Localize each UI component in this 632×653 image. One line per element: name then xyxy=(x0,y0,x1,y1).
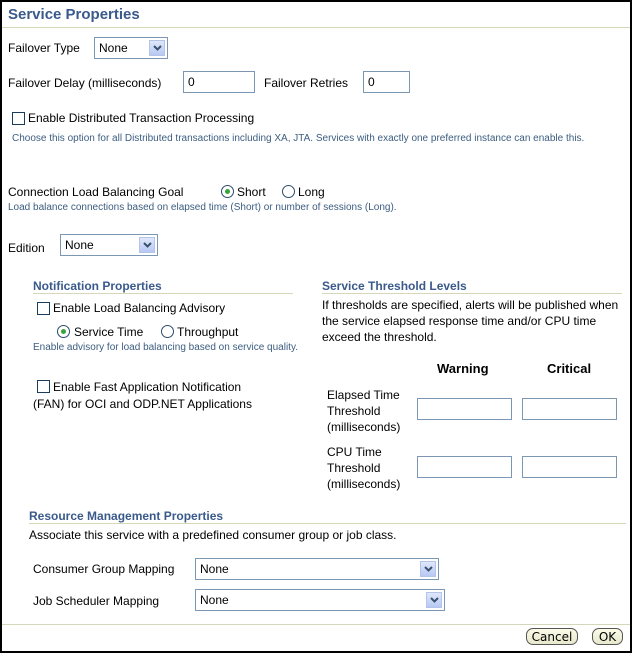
consumer-group-label: Consumer Group Mapping xyxy=(33,562,175,576)
threshold-heading: Service Threshold Levels xyxy=(322,279,467,293)
service-properties-dialog: Service Properties Failover Type None Fa… xyxy=(2,2,630,651)
page-title: Service Properties xyxy=(8,6,140,23)
chevron-down-icon xyxy=(139,237,155,253)
fan-checkbox[interactable] xyxy=(37,380,50,393)
dtp-checkbox[interactable] xyxy=(12,112,25,125)
dtp-label: Enable Distributed Transaction Processin… xyxy=(28,111,255,125)
failover-type-label: Failover Type xyxy=(8,41,80,55)
clb-long-radio[interactable] xyxy=(282,185,295,198)
resource-divider xyxy=(29,523,626,524)
label-line: CPU Time xyxy=(327,445,382,459)
label-line: Elapsed Time xyxy=(327,388,400,402)
lba-hint: Enable advisory for load balancing based… xyxy=(33,342,298,353)
clb-hint: Load balance connections based on elapse… xyxy=(8,202,397,213)
chevron-down-icon xyxy=(149,40,165,56)
notification-heading: Notification Properties xyxy=(33,279,162,293)
label-line: (milliseconds) xyxy=(327,477,401,491)
job-scheduler-value: None xyxy=(200,593,229,607)
cpu-critical-input[interactable] xyxy=(522,456,617,478)
failover-delay-label: Failover Delay (milliseconds) xyxy=(8,76,162,90)
lba-service-time-radio[interactable] xyxy=(57,325,70,338)
label-line: (milliseconds) xyxy=(327,420,401,434)
edition-value: None xyxy=(65,238,94,252)
notification-divider xyxy=(33,293,293,294)
failover-retries-input[interactable] xyxy=(363,71,410,93)
clb-long-label: Long xyxy=(298,185,325,199)
lba-service-time-label: Service Time xyxy=(74,325,144,339)
lba-throughput-radio[interactable] xyxy=(161,325,174,338)
elapsed-warning-input[interactable] xyxy=(417,398,512,420)
failover-type-select[interactable]: None xyxy=(94,37,168,59)
elapsed-threshold-label: Elapsed Time Threshold (milliseconds) xyxy=(327,387,400,435)
resource-description: Associate this service with a predefined… xyxy=(29,528,397,542)
clb-short-radio[interactable] xyxy=(221,185,234,198)
failover-delay-input[interactable] xyxy=(183,71,255,93)
resource-heading: Resource Management Properties xyxy=(29,509,224,523)
critical-column-header: Critical xyxy=(547,361,592,376)
lba-label: Enable Load Balancing Advisory xyxy=(53,301,226,315)
warning-column-header: Warning xyxy=(437,361,489,376)
chevron-down-icon xyxy=(426,592,442,608)
fan-label-line2: (FAN) for OCI and ODP.NET Applications xyxy=(33,397,252,411)
consumer-group-value: None xyxy=(200,562,229,576)
edition-label: Edition xyxy=(8,241,45,255)
label-line: Threshold xyxy=(327,404,381,418)
elapsed-critical-input[interactable] xyxy=(522,398,617,420)
cancel-button[interactable]: Cancel xyxy=(526,628,578,645)
footer-divider xyxy=(2,624,630,625)
cpu-warning-input[interactable] xyxy=(417,456,512,478)
clb-label: Connection Load Balancing Goal xyxy=(8,185,184,199)
lba-checkbox[interactable] xyxy=(37,302,50,315)
lba-throughput-label: Throughput xyxy=(177,325,239,339)
fan-label-line1: Enable Fast Application Notification xyxy=(53,380,242,394)
failover-retries-label: Failover Retries xyxy=(264,76,349,90)
ok-button[interactable]: OK xyxy=(592,628,623,645)
threshold-description: If thresholds are specified, alerts will… xyxy=(322,298,619,344)
chevron-down-icon xyxy=(420,561,436,577)
cpu-threshold-label: CPU Time Threshold (milliseconds) xyxy=(327,444,400,492)
title-divider xyxy=(2,27,630,28)
failover-type-value: None xyxy=(99,41,128,55)
label-line: Threshold xyxy=(327,461,381,475)
clb-short-label: Short xyxy=(237,185,266,199)
job-scheduler-label: Job Scheduler Mapping xyxy=(33,594,160,608)
dtp-hint: Choose this option for all Distributed t… xyxy=(12,133,585,144)
edition-select[interactable]: None xyxy=(60,234,158,256)
threshold-divider xyxy=(322,293,622,294)
consumer-group-select[interactable]: None xyxy=(195,558,439,580)
job-scheduler-select[interactable]: None xyxy=(195,589,445,611)
